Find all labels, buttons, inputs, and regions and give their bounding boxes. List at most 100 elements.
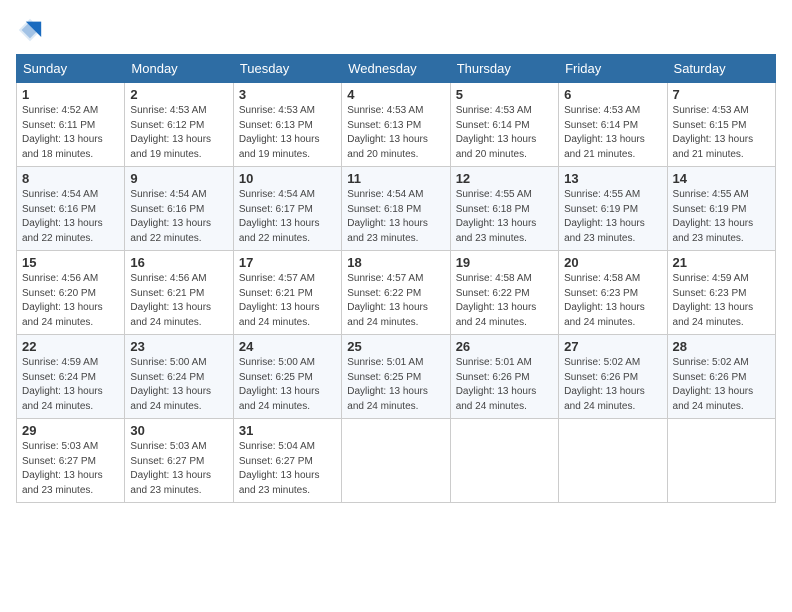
day-number: 16: [130, 255, 227, 270]
day-cell-31: 31 Sunrise: 5:04 AMSunset: 6:27 PMDaylig…: [233, 419, 341, 503]
day-cell-21: 21 Sunrise: 4:59 AMSunset: 6:23 PMDaylig…: [667, 251, 775, 335]
empty-cell: [342, 419, 450, 503]
day-header-thursday: Thursday: [450, 55, 558, 83]
header-row: SundayMondayTuesdayWednesdayThursdayFrid…: [17, 55, 776, 83]
day-cell-6: 6 Sunrise: 4:53 AMSunset: 6:14 PMDayligh…: [559, 83, 667, 167]
day-header-tuesday: Tuesday: [233, 55, 341, 83]
day-info: Sunrise: 4:57 AMSunset: 6:21 PMDaylight:…: [239, 273, 320, 328]
day-info: Sunrise: 4:59 AMSunset: 6:24 PMDaylight:…: [22, 357, 103, 412]
day-cell-16: 16 Sunrise: 4:56 AMSunset: 6:21 PMDaylig…: [125, 251, 233, 335]
calendar: SundayMondayTuesdayWednesdayThursdayFrid…: [16, 54, 776, 503]
day-cell-19: 19 Sunrise: 4:58 AMSunset: 6:22 PMDaylig…: [450, 251, 558, 335]
day-cell-17: 17 Sunrise: 4:57 AMSunset: 6:21 PMDaylig…: [233, 251, 341, 335]
empty-cell: [450, 419, 558, 503]
day-number: 28: [673, 339, 770, 354]
day-info: Sunrise: 5:02 AMSunset: 6:26 PMDaylight:…: [673, 357, 754, 412]
day-info: Sunrise: 5:00 AMSunset: 6:24 PMDaylight:…: [130, 357, 211, 412]
calendar-week-5: 29 Sunrise: 5:03 AMSunset: 6:27 PMDaylig…: [17, 419, 776, 503]
day-cell-5: 5 Sunrise: 4:53 AMSunset: 6:14 PMDayligh…: [450, 83, 558, 167]
day-info: Sunrise: 4:55 AMSunset: 6:19 PMDaylight:…: [673, 189, 754, 244]
day-info: Sunrise: 4:55 AMSunset: 6:19 PMDaylight:…: [564, 189, 645, 244]
day-number: 15: [22, 255, 119, 270]
day-number: 3: [239, 87, 336, 102]
day-cell-1: 1 Sunrise: 4:52 AMSunset: 6:11 PMDayligh…: [17, 83, 125, 167]
empty-cell: [559, 419, 667, 503]
day-number: 31: [239, 423, 336, 438]
day-info: Sunrise: 5:02 AMSunset: 6:26 PMDaylight:…: [564, 357, 645, 412]
logo: [16, 16, 48, 44]
day-header-saturday: Saturday: [667, 55, 775, 83]
day-cell-12: 12 Sunrise: 4:55 AMSunset: 6:18 PMDaylig…: [450, 167, 558, 251]
day-info: Sunrise: 4:53 AMSunset: 6:13 PMDaylight:…: [347, 105, 428, 160]
day-info: Sunrise: 5:03 AMSunset: 6:27 PMDaylight:…: [130, 441, 211, 496]
day-info: Sunrise: 4:53 AMSunset: 6:12 PMDaylight:…: [130, 105, 211, 160]
header: [16, 16, 776, 44]
day-cell-29: 29 Sunrise: 5:03 AMSunset: 6:27 PMDaylig…: [17, 419, 125, 503]
day-info: Sunrise: 5:01 AMSunset: 6:26 PMDaylight:…: [456, 357, 537, 412]
day-header-friday: Friday: [559, 55, 667, 83]
day-number: 18: [347, 255, 444, 270]
day-info: Sunrise: 4:56 AMSunset: 6:21 PMDaylight:…: [130, 273, 211, 328]
day-number: 4: [347, 87, 444, 102]
day-cell-14: 14 Sunrise: 4:55 AMSunset: 6:19 PMDaylig…: [667, 167, 775, 251]
day-info: Sunrise: 4:53 AMSunset: 6:13 PMDaylight:…: [239, 105, 320, 160]
day-number: 1: [22, 87, 119, 102]
day-cell-10: 10 Sunrise: 4:54 AMSunset: 6:17 PMDaylig…: [233, 167, 341, 251]
calendar-week-3: 15 Sunrise: 4:56 AMSunset: 6:20 PMDaylig…: [17, 251, 776, 335]
day-info: Sunrise: 4:58 AMSunset: 6:22 PMDaylight:…: [456, 273, 537, 328]
day-number: 29: [22, 423, 119, 438]
day-number: 9: [130, 171, 227, 186]
day-info: Sunrise: 4:56 AMSunset: 6:20 PMDaylight:…: [22, 273, 103, 328]
day-cell-15: 15 Sunrise: 4:56 AMSunset: 6:20 PMDaylig…: [17, 251, 125, 335]
day-number: 20: [564, 255, 661, 270]
day-cell-3: 3 Sunrise: 4:53 AMSunset: 6:13 PMDayligh…: [233, 83, 341, 167]
day-info: Sunrise: 5:00 AMSunset: 6:25 PMDaylight:…: [239, 357, 320, 412]
day-number: 5: [456, 87, 553, 102]
day-info: Sunrise: 4:53 AMSunset: 6:14 PMDaylight:…: [456, 105, 537, 160]
day-cell-25: 25 Sunrise: 5:01 AMSunset: 6:25 PMDaylig…: [342, 335, 450, 419]
day-cell-4: 4 Sunrise: 4:53 AMSunset: 6:13 PMDayligh…: [342, 83, 450, 167]
logo-icon: [16, 16, 44, 44]
day-cell-2: 2 Sunrise: 4:53 AMSunset: 6:12 PMDayligh…: [125, 83, 233, 167]
day-number: 6: [564, 87, 661, 102]
calendar-week-2: 8 Sunrise: 4:54 AMSunset: 6:16 PMDayligh…: [17, 167, 776, 251]
day-cell-13: 13 Sunrise: 4:55 AMSunset: 6:19 PMDaylig…: [559, 167, 667, 251]
day-cell-24: 24 Sunrise: 5:00 AMSunset: 6:25 PMDaylig…: [233, 335, 341, 419]
calendar-week-4: 22 Sunrise: 4:59 AMSunset: 6:24 PMDaylig…: [17, 335, 776, 419]
day-info: Sunrise: 4:54 AMSunset: 6:17 PMDaylight:…: [239, 189, 320, 244]
day-cell-23: 23 Sunrise: 5:00 AMSunset: 6:24 PMDaylig…: [125, 335, 233, 419]
day-number: 13: [564, 171, 661, 186]
day-number: 10: [239, 171, 336, 186]
day-number: 27: [564, 339, 661, 354]
day-number: 30: [130, 423, 227, 438]
day-info: Sunrise: 4:58 AMSunset: 6:23 PMDaylight:…: [564, 273, 645, 328]
day-number: 17: [239, 255, 336, 270]
day-cell-22: 22 Sunrise: 4:59 AMSunset: 6:24 PMDaylig…: [17, 335, 125, 419]
day-cell-18: 18 Sunrise: 4:57 AMSunset: 6:22 PMDaylig…: [342, 251, 450, 335]
day-cell-9: 9 Sunrise: 4:54 AMSunset: 6:16 PMDayligh…: [125, 167, 233, 251]
day-number: 14: [673, 171, 770, 186]
day-info: Sunrise: 4:59 AMSunset: 6:23 PMDaylight:…: [673, 273, 754, 328]
calendar-week-1: 1 Sunrise: 4:52 AMSunset: 6:11 PMDayligh…: [17, 83, 776, 167]
day-number: 19: [456, 255, 553, 270]
day-info: Sunrise: 4:53 AMSunset: 6:14 PMDaylight:…: [564, 105, 645, 160]
day-number: 7: [673, 87, 770, 102]
day-info: Sunrise: 4:54 AMSunset: 6:18 PMDaylight:…: [347, 189, 428, 244]
day-cell-20: 20 Sunrise: 4:58 AMSunset: 6:23 PMDaylig…: [559, 251, 667, 335]
day-number: 23: [130, 339, 227, 354]
day-info: Sunrise: 4:55 AMSunset: 6:18 PMDaylight:…: [456, 189, 537, 244]
day-cell-27: 27 Sunrise: 5:02 AMSunset: 6:26 PMDaylig…: [559, 335, 667, 419]
day-info: Sunrise: 5:04 AMSunset: 6:27 PMDaylight:…: [239, 441, 320, 496]
day-info: Sunrise: 4:52 AMSunset: 6:11 PMDaylight:…: [22, 105, 103, 160]
day-number: 21: [673, 255, 770, 270]
day-header-wednesday: Wednesday: [342, 55, 450, 83]
day-info: Sunrise: 4:54 AMSunset: 6:16 PMDaylight:…: [22, 189, 103, 244]
day-info: Sunrise: 5:01 AMSunset: 6:25 PMDaylight:…: [347, 357, 428, 412]
day-cell-7: 7 Sunrise: 4:53 AMSunset: 6:15 PMDayligh…: [667, 83, 775, 167]
day-number: 12: [456, 171, 553, 186]
day-info: Sunrise: 4:57 AMSunset: 6:22 PMDaylight:…: [347, 273, 428, 328]
day-info: Sunrise: 4:54 AMSunset: 6:16 PMDaylight:…: [130, 189, 211, 244]
day-cell-28: 28 Sunrise: 5:02 AMSunset: 6:26 PMDaylig…: [667, 335, 775, 419]
day-header-monday: Monday: [125, 55, 233, 83]
empty-cell: [667, 419, 775, 503]
